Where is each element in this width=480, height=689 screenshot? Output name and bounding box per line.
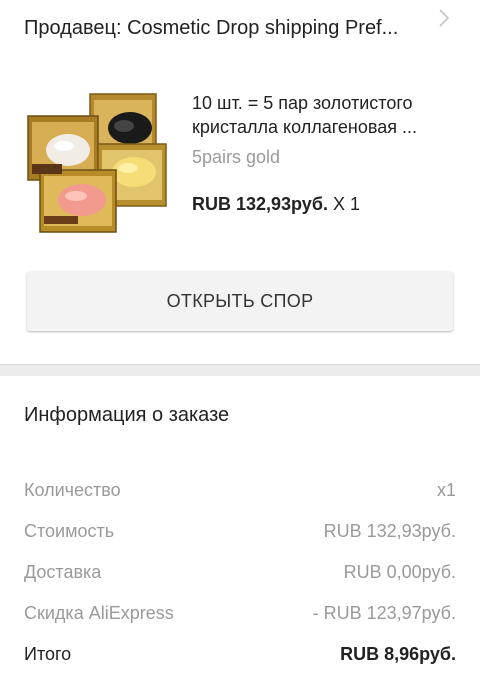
summary-row-discount: Скидка AliExpress - RUB 123,97руб.: [24, 601, 456, 642]
product-price: RUB 132,93руб.: [192, 194, 328, 214]
order-summary: Количество x1 Стоимость RUB 132,93руб. Д…: [24, 478, 456, 683]
summary-row-total: Итого RUB 8,96руб.: [24, 642, 456, 683]
open-dispute-button[interactable]: ОТКРЫТЬ СПОР: [27, 271, 453, 331]
summary-value: x1: [436, 480, 456, 500]
order-info-title: Информация о заказе: [24, 404, 230, 426]
seller-name: Продавец: Cosmetic Drop shipping Pref...: [24, 17, 399, 39]
product-image: [24, 88, 172, 236]
seller-row[interactable]: Продавец: Cosmetic Drop shipping Pref...: [0, 0, 480, 64]
summary-label: Доставка: [24, 562, 102, 582]
product-variant: 5pairs gold: [192, 147, 281, 167]
summary-label: Скидка AliExpress: [24, 603, 174, 623]
total-value: RUB 8,96руб.: [340, 644, 456, 664]
chevron-right-icon: [436, 8, 452, 28]
product-price-line: RUB 132,93руб. X 1: [192, 192, 360, 216]
summary-value: - RUB 123,97руб.: [312, 603, 456, 623]
summary-row-shipping: Доставка RUB 0,00руб.: [24, 560, 456, 601]
product-title[interactable]: 10 шт. = 5 пар золотистого кристалла кол…: [192, 91, 464, 139]
summary-value: RUB 0,00руб.: [343, 562, 456, 582]
summary-label: Стоимость: [24, 521, 115, 541]
summary-label: Количество: [24, 480, 121, 500]
summary-value: RUB 132,93руб.: [323, 521, 456, 541]
summary-row-cost: Стоимость RUB 132,93руб.: [24, 519, 456, 560]
product-quantity: X 1: [332, 194, 360, 214]
product-item[interactable]: 10 шт. = 5 пар золотистого кристалла кол…: [0, 84, 480, 234]
summary-row-quantity: Количество x1: [24, 478, 456, 519]
section-divider: [0, 364, 480, 376]
total-label: Итого: [24, 644, 72, 664]
